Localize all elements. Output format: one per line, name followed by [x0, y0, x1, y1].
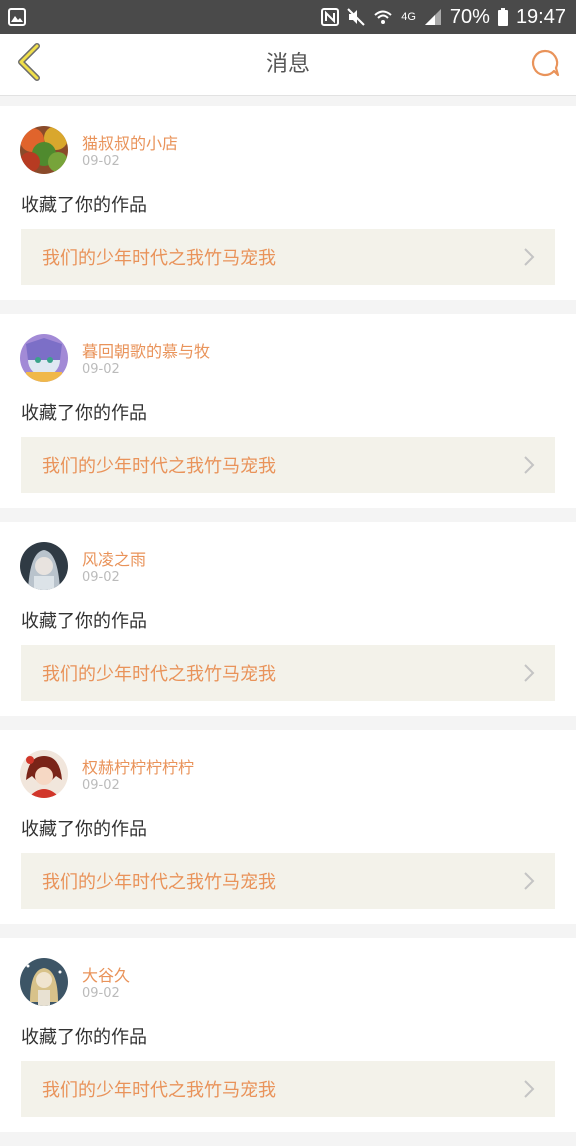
avatar[interactable]	[20, 750, 68, 798]
chat-bubble-icon	[530, 48, 560, 82]
chat-button[interactable]	[528, 48, 562, 82]
chevron-right-icon	[523, 455, 535, 479]
message-card: 暮回朝歌的慕与牧 09-02 收藏了你的作品 我们的少年时代之我竹马宠我	[0, 314, 576, 508]
message-card: 猫叔叔的小店 09-02 收藏了你的作品 我们的少年时代之我竹马宠我	[0, 106, 576, 300]
message-date: 09-02	[82, 362, 120, 377]
username[interactable]: 大谷久	[82, 962, 130, 986]
battery-percent: 70%	[449, 5, 490, 28]
wifi-icon	[373, 8, 393, 26]
message-card: 大谷久 09-02 收藏了你的作品 我们的少年时代之我竹马宠我	[0, 938, 576, 1132]
work-title: 我们的少年时代之我竹马宠我	[42, 248, 276, 269]
signal-icon	[424, 8, 442, 26]
username[interactable]: 权赫柠柠柠柠柠	[82, 754, 194, 778]
chevron-right-icon	[523, 871, 535, 895]
header: 消息	[0, 34, 576, 96]
message-card: 风凌之雨 09-02 收藏了你的作品 我们的少年时代之我竹马宠我	[0, 522, 576, 716]
avatar[interactable]	[20, 334, 68, 382]
username[interactable]: 风凌之雨	[82, 546, 146, 570]
chevron-right-icon	[523, 247, 535, 271]
action-text: 收藏了你的作品	[21, 1027, 147, 1048]
message-date: 09-02	[82, 154, 120, 169]
work-link[interactable]: 我们的少年时代之我竹马宠我	[21, 229, 555, 285]
work-title: 我们的少年时代之我竹马宠我	[42, 872, 276, 893]
message-list: 猫叔叔的小店 09-02 收藏了你的作品 我们的少年时代之我竹马宠我 暮回朝歌的…	[0, 106, 576, 1146]
mute-icon	[347, 8, 365, 26]
action-text: 收藏了你的作品	[21, 403, 147, 424]
username[interactable]: 猫叔叔的小店	[82, 130, 178, 154]
network-type: 4G	[401, 11, 416, 23]
work-link[interactable]: 我们的少年时代之我竹马宠我	[21, 437, 555, 493]
nfc-icon	[321, 8, 340, 26]
action-text: 收藏了你的作品	[21, 611, 147, 632]
message-date: 09-02	[82, 986, 120, 1001]
work-title: 我们的少年时代之我竹马宠我	[42, 664, 276, 685]
work-link[interactable]: 我们的少年时代之我竹马宠我	[21, 1061, 555, 1117]
battery-icon	[497, 8, 508, 26]
avatar[interactable]	[20, 958, 68, 1006]
avatar[interactable]	[20, 126, 68, 174]
action-text: 收藏了你的作品	[21, 195, 147, 216]
clock: 19:47	[515, 5, 566, 28]
username[interactable]: 暮回朝歌的慕与牧	[82, 338, 210, 362]
work-title: 我们的少年时代之我竹马宠我	[42, 1080, 276, 1101]
avatar[interactable]	[20, 542, 68, 590]
page-title: 消息	[265, 52, 310, 77]
message-date: 09-02	[82, 778, 120, 793]
work-title: 我们的少年时代之我竹马宠我	[42, 456, 276, 477]
message-card: 权赫柠柠柠柠柠 09-02 收藏了你的作品 我们的少年时代之我竹马宠我	[0, 730, 576, 924]
chevron-right-icon	[523, 663, 535, 687]
message-date: 09-02	[82, 570, 120, 585]
work-link[interactable]: 我们的少年时代之我竹马宠我	[21, 645, 555, 701]
image-notification-icon	[8, 8, 26, 26]
action-text: 收藏了你的作品	[21, 819, 147, 840]
chevron-right-icon	[523, 1079, 535, 1103]
work-link[interactable]: 我们的少年时代之我竹马宠我	[21, 853, 555, 909]
status-bar: 4G 70% 19:47	[0, 0, 576, 34]
